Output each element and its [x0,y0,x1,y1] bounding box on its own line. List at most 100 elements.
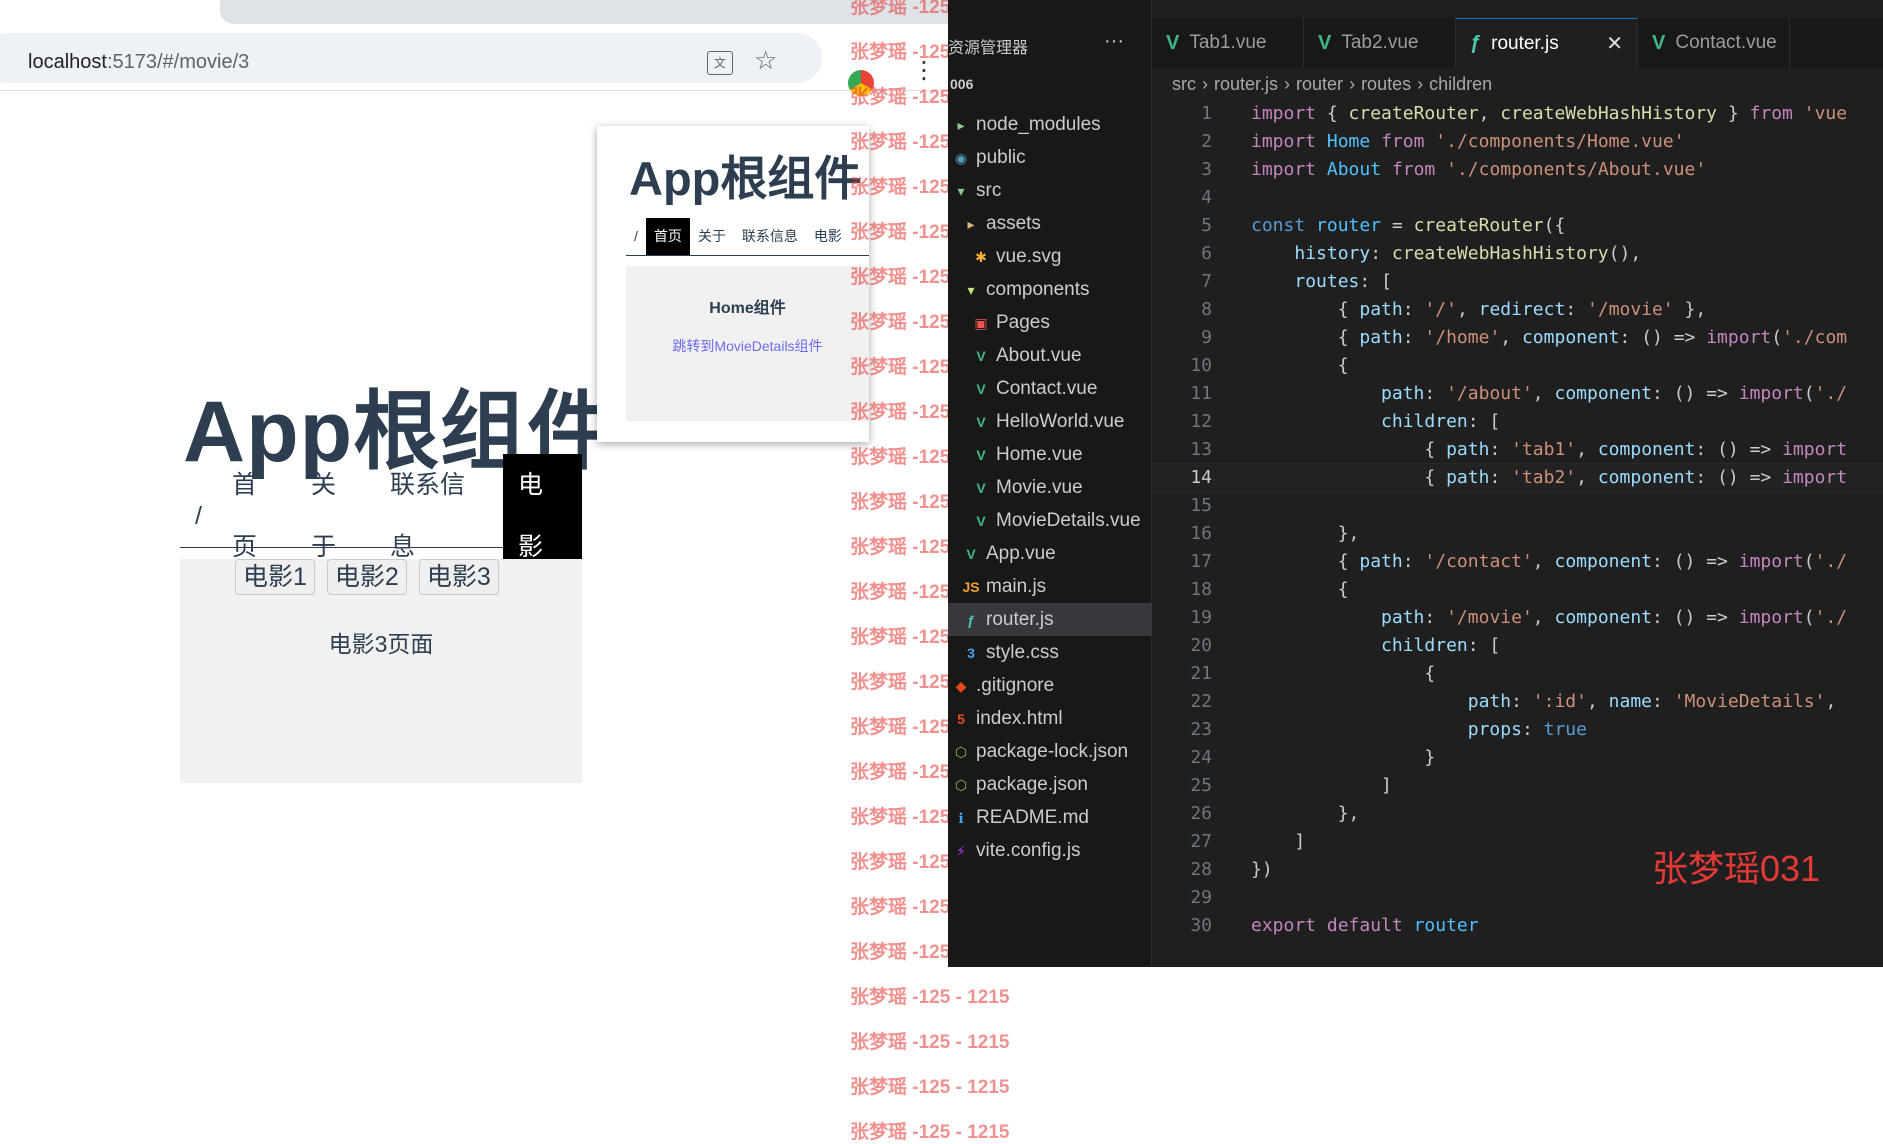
line-number: 25 [1190,775,1212,796]
code-line[interactable]: 4 [1152,184,1883,212]
code-line[interactable]: 16 }, [1152,520,1883,548]
nav-link-root[interactable]: / [180,485,217,547]
code-line[interactable]: 12 children: [ [1152,408,1883,436]
code-line[interactable]: 21 { [1152,660,1883,688]
code-line[interactable]: 17 { path: '/contact', component: () => … [1152,548,1883,576]
code-text: path: '/about', component: () => import(… [1381,383,1848,404]
code-line[interactable]: 8 { path: '/', redirect: '/movie' }, [1152,296,1883,324]
tree-item[interactable]: V HelloWorld.vue [948,405,1175,438]
code-line[interactable]: 23 props: true [1152,716,1883,744]
code-line[interactable]: 30 export default router [1152,912,1883,940]
router-file-icon: ƒ [967,611,975,628]
tree-item[interactable]: ◉ public [948,141,1155,174]
code-line[interactable]: 1 import { createRouter, createWebHashHis… [1152,100,1883,128]
browser-tab[interactable] [220,0,948,24]
code-line[interactable]: 6 history: createWebHashHistory(), [1152,240,1883,268]
breadcrumb-item[interactable]: router.js [1214,74,1278,94]
breadcrumb-item[interactable]: routes [1361,74,1411,94]
tree-item[interactable]: V Home.vue [948,438,1175,471]
tree-item[interactable]: 5 index.html [948,702,1155,735]
code-text: props: true [1467,719,1587,740]
code-text: { [1251,663,1436,684]
code-line[interactable]: 11 path: '/about', component: () => impo… [1152,380,1883,408]
translate-icon[interactable]: 文 [707,51,733,75]
code-line[interactable]: 13 { path: 'tab1', component: () => impo… [1152,436,1883,464]
tree-item[interactable]: ⬡ package.json [948,768,1155,801]
tree-item[interactable]: JS main.js [948,570,1165,603]
editor-tab[interactable]: V Tab2.vue [1304,18,1456,68]
tree-item[interactable]: 3 style.css [948,636,1165,669]
movie-details-link[interactable]: 跳转到MovieDetails组件 [626,336,869,356]
preview-nav-root[interactable]: / [626,218,646,255]
code-text: }, [1251,523,1360,544]
home-component-heading: Home组件 [709,300,786,317]
code-line[interactable]: 22 path: ':id', name: 'MovieDetails', [1152,688,1883,716]
browser-tabstrip [0,0,948,28]
code-text: history: createWebHashHistory(), [1294,243,1642,264]
line-number: 26 [1190,803,1212,824]
preview-nav-home[interactable]: 首页 [645,218,690,255]
tree-item[interactable]: V MovieDetails.vue [948,504,1175,537]
editor-tab-label: Tab2.vue [1341,32,1419,53]
address-bar[interactable]: i localhost:5173/#/movie/3 文 ☆ [0,33,822,83]
preview-nav-contact[interactable]: 联系信息 [734,218,806,255]
code-line[interactable]: 10 { [1152,352,1883,380]
tree-item[interactable]: ▸ node_modules [948,108,1155,141]
code-line[interactable]: 7 routes: [ [1152,268,1883,296]
code-line[interactable]: 9 { path: '/home', component: () => impo… [1152,324,1883,352]
editor-tab[interactable]: V Tab1.vue [1152,18,1304,68]
code-line[interactable]: 19 path: '/movie', component: () => impo… [1152,604,1883,632]
code-line[interactable]: 24 } [1152,744,1883,772]
editor-tab[interactable]: V Contact.vue [1638,18,1790,68]
vue-file-icon: V [1166,31,1180,54]
address-text[interactable]: localhost:5173/#/movie/3 [28,51,249,74]
movie-2-button[interactable]: 电影2 [326,559,407,595]
breadcrumb-item[interactable]: children [1429,74,1492,94]
breadcrumb-separator: › [1284,74,1291,94]
tree-item[interactable]: ◆ .gitignore [948,669,1155,702]
tree-item[interactable]: ⚡ vite.config.js [948,834,1155,867]
tree-item[interactable]: ℹ README.md [948,801,1155,834]
json-file-icon: ⬡ [954,776,968,793]
tree-item[interactable]: V About.vue [948,339,1175,372]
code-line[interactable]: 20 children: [ [1152,632,1883,660]
router-file-icon: ƒ [1470,32,1482,54]
tree-item-label: public [976,146,1026,168]
movie-3-button[interactable]: 电影3 [418,559,499,595]
tree-item[interactable]: ▣ Pages [948,306,1175,339]
explorer-title: 资源管理器 [948,40,1029,57]
line-number: 11 [1190,383,1212,404]
tree-item[interactable]: ▸ assets [948,207,1165,240]
breadcrumb-item[interactable]: router [1296,74,1343,94]
tree-item[interactable]: ƒ router.js [948,603,1165,636]
tree-item[interactable]: V App.vue [948,537,1165,570]
project-folder-name[interactable]: 006 [950,76,973,92]
code-line[interactable]: 18 { [1152,576,1883,604]
tree-item[interactable]: ▾ components [948,273,1165,306]
code-line[interactable]: 3 import About from './components/About.v… [1152,156,1883,184]
tree-item[interactable]: ✱ vue.svg [948,240,1175,273]
code-line[interactable]: 26 }, [1152,800,1883,828]
preview-nav-movie[interactable]: 电影 [806,218,850,255]
line-number: 18 [1190,579,1212,600]
code-line[interactable]: 15 [1152,492,1883,520]
tree-item[interactable]: ⬡ package-lock.json [948,735,1155,768]
tree-item[interactable]: V Movie.vue [948,471,1175,504]
code-line[interactable]: 5 const router = createRouter({ [1152,212,1883,240]
tree-item[interactable]: ▾ src [948,174,1155,207]
code-line[interactable]: 25 ] [1152,772,1883,800]
code-text: import { createRouter, createWebHashHist… [1251,103,1848,124]
movie-1-button[interactable]: 电影1 [235,559,315,595]
bookmark-star-icon[interactable]: ☆ [754,45,777,76]
tree-item[interactable]: V Contact.vue [948,372,1175,405]
code-line[interactable]: 14 { path: 'tab2', component: () => impo… [1151,463,1883,493]
close-tab-icon[interactable]: ✕ [1606,31,1623,56]
breadcrumb-item[interactable]: src [1172,74,1196,94]
preview-nav-about[interactable]: 关于 [690,218,734,255]
url-host: localhost [28,51,107,73]
browser-menu-icon[interactable]: ⋮ [912,59,936,83]
css-file-icon: 3 [967,644,975,661]
editor-tab[interactable]: ƒ router.js ✕ [1456,18,1638,68]
explorer-more-icon[interactable]: ··· [1104,30,1124,53]
code-line[interactable]: 2 import Home from './components/Home.vue… [1152,128,1883,156]
